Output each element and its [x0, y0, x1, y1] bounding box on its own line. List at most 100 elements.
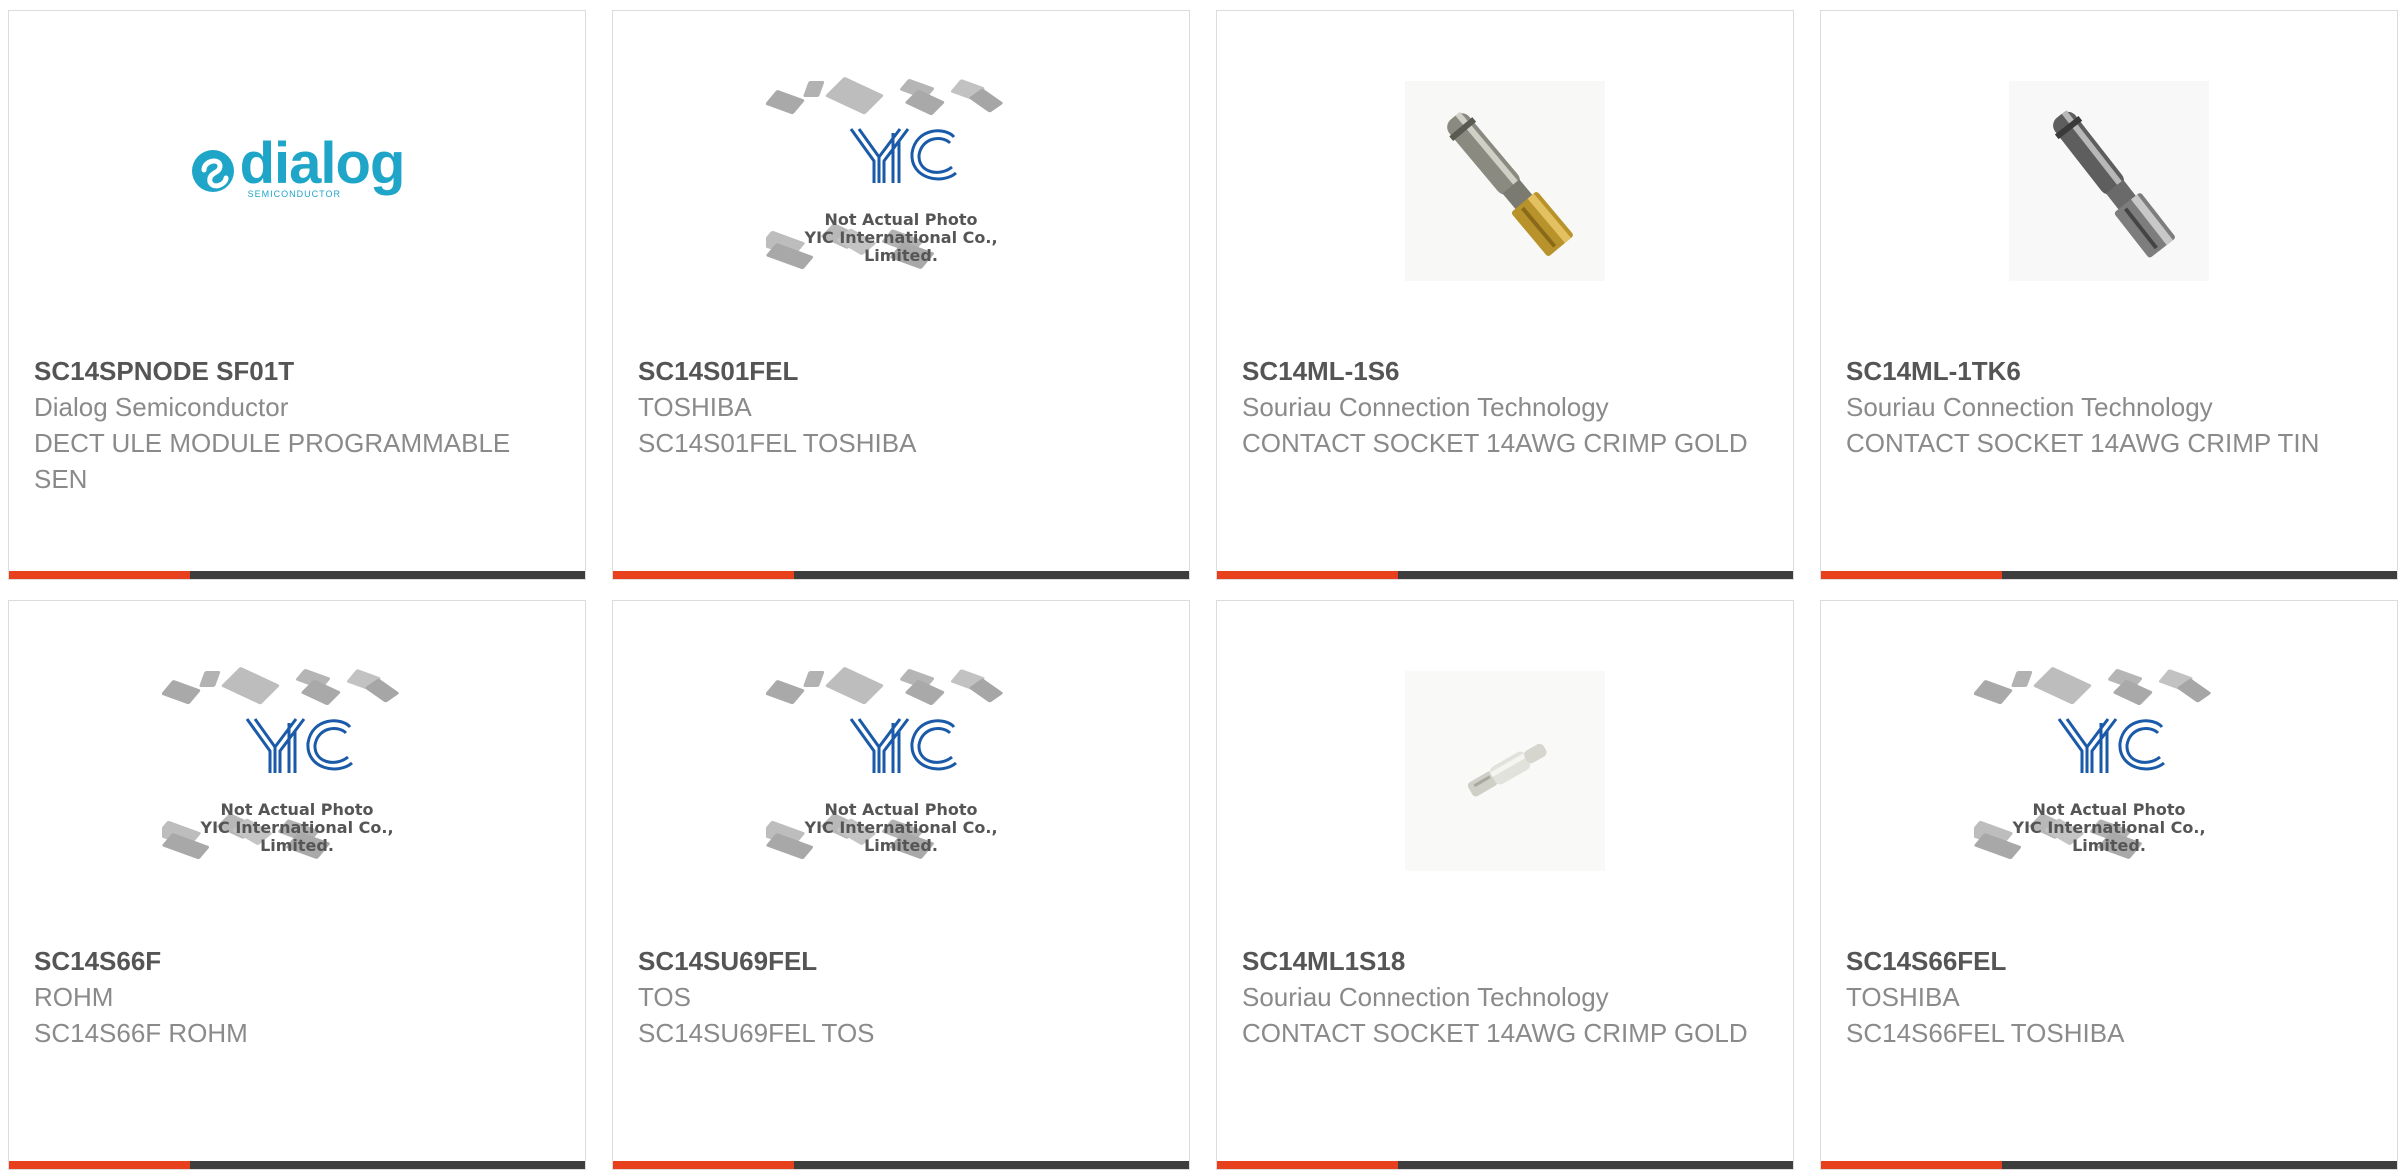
chip-package-icon: [2033, 667, 2092, 705]
product-info: SC14S66FEL TOSHIBA SC14S66FEL TOSHIBA: [1846, 943, 2377, 1051]
chip-package-icon: [1974, 680, 2013, 705]
card-bar-dark: [190, 1161, 585, 1169]
card-bar-accent: [1821, 571, 2003, 579]
yic-placeholder-image: Not Actual Photo YIC International Co., L…: [766, 61, 1036, 301]
product-image[interactable]: Not Actual Photo YIC International Co., L…: [1821, 601, 2397, 941]
description: SC14S66FEL TOSHIBA: [1846, 1018, 2125, 1048]
card-bottom-bar: [1217, 1161, 1793, 1169]
card-bar-accent: [1217, 571, 1399, 579]
card-bar-dark: [1398, 571, 1793, 579]
yic-placeholder-image: Not Actual Photo YIC International Co., L…: [766, 651, 1036, 891]
chip-package-icon: [199, 671, 221, 687]
product-image[interactable]: Not Actual Photo YIC International Co., L…: [613, 601, 1189, 941]
chip-package-icon: [825, 667, 884, 705]
card-bottom-bar: [613, 571, 1189, 579]
card-bar-accent: [1217, 1161, 1399, 1169]
contact-socket-tin-photo: [2009, 81, 2209, 281]
product-info: SC14ML1S18 Souriau Connection Technology…: [1242, 943, 1773, 1051]
manufacturer: Dialog Semiconductor: [34, 392, 289, 422]
card-bar-dark: [1398, 1161, 1793, 1169]
part-number[interactable]: SC14ML-1S6: [1242, 353, 1773, 389]
yic-placeholder-graphic: [1974, 667, 2211, 860]
placeholder-caption: Not Actual Photo: [2032, 800, 2186, 819]
yic-logo-icon: [849, 128, 957, 183]
chip-package-icon: [221, 667, 280, 705]
yic-logo-icon: [2057, 718, 2165, 773]
description: SC14S01FEL TOSHIBA: [638, 428, 917, 458]
part-number[interactable]: SC14S66F: [34, 943, 565, 979]
card-bar-dark: [794, 571, 1189, 579]
card-bottom-bar: [9, 1161, 585, 1169]
placeholder-caption: Not Actual Photo: [824, 210, 978, 229]
chip-package-icon: [825, 77, 884, 115]
product-image[interactable]: Not Actual Photo YIC International Co., L…: [9, 601, 585, 941]
card-bar-accent: [613, 571, 795, 579]
manufacturer: TOSHIBA: [1846, 982, 1960, 1012]
card-bottom-bar: [1217, 571, 1793, 579]
manufacturer: Souriau Connection Technology: [1242, 392, 1609, 422]
yic-placeholder-image: Not Actual Photo YIC International Co., L…: [1974, 651, 2244, 891]
product-image[interactable]: [1821, 11, 2397, 351]
product-image[interactable]: dialog SEMICONDUCTOR: [9, 11, 585, 351]
product-card[interactable]: SC14ML-1S6 Souriau Connection Technology…: [1216, 10, 1794, 580]
card-bar-accent: [9, 571, 191, 579]
chip-package-icon: [766, 90, 805, 115]
yic-placeholder-graphic: [766, 667, 1003, 860]
product-card[interactable]: Not Actual Photo YIC International Co., L…: [612, 600, 1190, 1170]
manufacturer: TOS: [638, 982, 691, 1012]
product-info: SC14S01FEL TOSHIBA SC14S01FEL TOSHIBA: [638, 353, 1169, 461]
product-card[interactable]: Not Actual Photo YIC International Co., L…: [612, 10, 1190, 580]
manufacturer: TOSHIBA: [638, 392, 752, 422]
product-info: SC14SPNODE SF01T Dialog Semiconductor DE…: [34, 353, 565, 497]
product-info: SC14SU69FEL TOS SC14SU69FEL TOS: [638, 943, 1169, 1051]
product-grid: dialog SEMICONDUCTOR SC14SPNODE SF01T Di…: [8, 10, 2400, 1170]
product-card[interactable]: Not Actual Photo YIC International Co., L…: [8, 600, 586, 1170]
card-bar-dark: [794, 1161, 1189, 1169]
part-number[interactable]: SC14S66FEL: [1846, 943, 2377, 979]
yic-placeholder-image: Not Actual Photo YIC International Co., L…: [162, 651, 432, 891]
dialog-logo-mark-icon: [191, 149, 234, 192]
manufacturer: Souriau Connection Technology: [1242, 982, 1609, 1012]
placeholder-company: YIC International Co., Limited.: [200, 818, 394, 855]
yic-logo-icon: [245, 718, 353, 773]
description: DECT ULE MODULE PROGRAMMABLE SEN: [34, 428, 511, 494]
description: CONTACT SOCKET 14AWG CRIMP TIN: [1846, 428, 2320, 458]
card-bar-dark: [2002, 571, 2397, 579]
part-number[interactable]: SC14ML-1TK6: [1846, 353, 2377, 389]
chip-package-icon: [766, 680, 805, 705]
product-info: SC14ML-1S6 Souriau Connection Technology…: [1242, 353, 1773, 461]
product-image[interactable]: [1217, 601, 1793, 941]
card-bottom-bar: [1821, 571, 2397, 579]
part-number[interactable]: SC14ML1S18: [1242, 943, 1773, 979]
description: SC14SU69FEL TOS: [638, 1018, 875, 1048]
product-card[interactable]: Not Actual Photo YIC International Co., L…: [1820, 600, 2398, 1170]
product-info: SC14ML-1TK6 Souriau Connection Technolog…: [1846, 353, 2377, 461]
product-card[interactable]: SC14ML1S18 Souriau Connection Technology…: [1216, 600, 1794, 1170]
chip-package-icon: [803, 81, 825, 97]
card-bar-dark: [190, 571, 585, 579]
manufacturer: Souriau Connection Technology: [1846, 392, 2213, 422]
part-number[interactable]: SC14SU69FEL: [638, 943, 1169, 979]
placeholder-caption: Not Actual Photo: [220, 800, 374, 819]
product-card[interactable]: SC14ML-1TK6 Souriau Connection Technolog…: [1820, 10, 2398, 580]
description: CONTACT SOCKET 14AWG CRIMP GOLD: [1242, 428, 1748, 458]
placeholder-company: YIC International Co., Limited.: [804, 818, 998, 855]
yic-placeholder-graphic: [162, 667, 399, 860]
part-number[interactable]: SC14S01FEL: [638, 353, 1169, 389]
dialog-logo: dialog SEMICONDUCTOR: [190, 130, 406, 199]
card-bar-accent: [9, 1161, 191, 1169]
dialog-logo-subtext: SEMICONDUCTOR: [247, 188, 341, 199]
card-bottom-bar: [613, 1161, 1189, 1169]
yic-placeholder-graphic: [766, 77, 1003, 270]
part-number[interactable]: SC14SPNODE SF01T: [34, 353, 565, 389]
card-bar-accent: [1821, 1161, 2003, 1169]
product-image[interactable]: [1217, 11, 1793, 351]
yic-logo-icon: [849, 718, 957, 773]
chip-package-icon: [803, 671, 825, 687]
description: SC14S66F ROHM: [34, 1018, 248, 1048]
dialog-logo-text: dialog: [239, 130, 406, 196]
product-image[interactable]: Not Actual Photo YIC International Co., L…: [613, 11, 1189, 351]
chip-package-icon: [2011, 671, 2033, 687]
manufacturer: ROHM: [34, 982, 114, 1012]
product-card[interactable]: dialog SEMICONDUCTOR SC14SPNODE SF01T Di…: [8, 10, 586, 580]
